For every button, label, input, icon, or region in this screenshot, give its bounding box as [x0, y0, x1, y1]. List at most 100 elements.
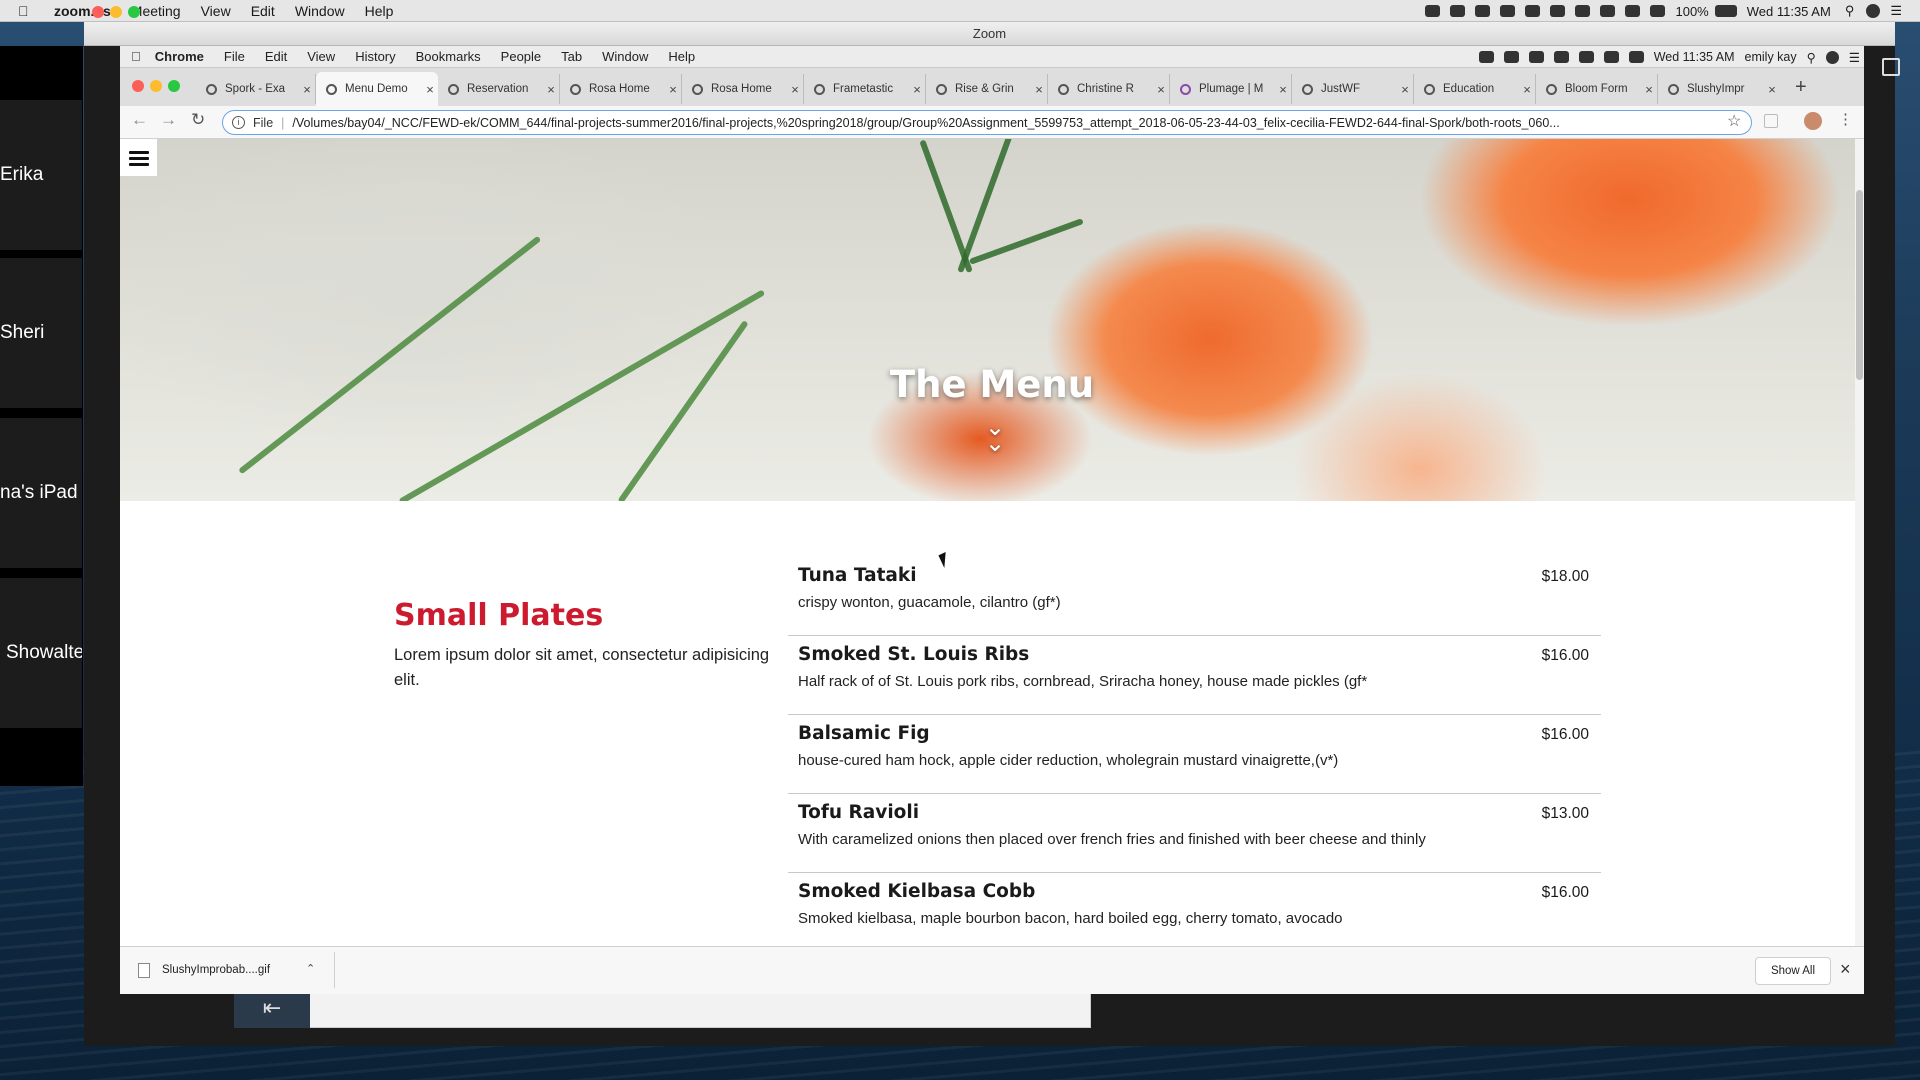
tab-rosa-home[interactable]: Rosa Home ×: [560, 74, 682, 104]
menubar-clock[interactable]: Wed 11:35 AM: [1747, 4, 1831, 19]
tab-bloom-form[interactable]: Bloom Form ×: [1536, 74, 1658, 104]
participant-tile[interactable]: na's iPad: [0, 418, 82, 568]
chevron-up-icon[interactable]: ⌃: [306, 962, 315, 975]
chrome-menu-kebab-icon[interactable]: ⋮: [1838, 110, 1853, 128]
reload-button[interactable]: ↻: [191, 110, 205, 130]
show-all-button[interactable]: Show All: [1755, 957, 1831, 985]
creative-cloud-icon[interactable]: [1475, 5, 1491, 17]
tab-close-icon[interactable]: ×: [299, 82, 315, 97]
chrome-menu-help[interactable]: Help: [668, 49, 695, 64]
tab-close-icon[interactable]: ×: [1519, 82, 1535, 97]
tab-slushyimpr[interactable]: SlushyImpr ×: [1658, 74, 1780, 104]
info-icon[interactable]: i: [232, 116, 245, 129]
hamburger-menu-icon[interactable]: [120, 139, 157, 176]
wifi-icon[interactable]: [1600, 5, 1616, 17]
bookmark-star-icon[interactable]: ☆: [1727, 111, 1741, 131]
volume-icon[interactable]: [1650, 5, 1666, 17]
chrome-menu-view[interactable]: View: [307, 49, 335, 64]
bluetooth-icon[interactable]: [1575, 5, 1591, 17]
extension-icon[interactable]: [1764, 114, 1778, 128]
address-bar[interactable]: i File | /Volumes/bay04/_NCC/FEWD-ek/COM…: [222, 110, 1752, 135]
menubar-item-edit[interactable]: Edit: [251, 3, 275, 19]
zoom-window-title: Zoom: [84, 22, 1895, 46]
spotlight-icon[interactable]: ⚲: [1845, 3, 1855, 19]
scrollbar-thumb[interactable]: [1856, 190, 1863, 380]
battery-icon[interactable]: [1714, 5, 1737, 17]
tab-close-icon[interactable]: ×: [1275, 82, 1291, 97]
globe-icon: [1058, 83, 1069, 95]
menubar-item-view[interactable]: View: [201, 3, 231, 19]
search-icon[interactable]: ⚲: [1807, 50, 1816, 65]
new-tab-button[interactable]: +: [1795, 76, 1807, 99]
tab-rise-grind[interactable]: Rise & Grin ×: [926, 74, 1048, 104]
airplay-icon[interactable]: [1525, 5, 1541, 17]
tab-education[interactable]: Education ×: [1414, 74, 1536, 104]
tab-justwf[interactable]: JustWF ×: [1292, 74, 1414, 104]
chrome-minimize-button[interactable]: [150, 80, 162, 92]
participant-tile[interactable]: Erika: [0, 100, 82, 250]
airplay-icon[interactable]: [1578, 51, 1594, 63]
forward-button[interactable]: →: [160, 110, 177, 130]
tab-close-icon[interactable]: ×: [1641, 82, 1657, 97]
input-source-icon[interactable]: [1625, 5, 1641, 17]
time-machine-icon[interactable]: [1603, 51, 1619, 63]
chrome-menubar-user[interactable]: emily kay: [1745, 50, 1797, 64]
menubar-item-help[interactable]: Help: [365, 3, 394, 19]
collapse-panel-button[interactable]: ⇤: [234, 990, 310, 1028]
close-icon[interactable]: ×: [1840, 959, 1851, 980]
notification-center-icon[interactable]: ☰: [1890, 3, 1902, 19]
chat-status-icon[interactable]: [1450, 5, 1466, 17]
siri-icon[interactable]: [1866, 4, 1881, 18]
fullscreen-icon[interactable]: [1882, 58, 1900, 76]
dropbox-icon[interactable]: [1478, 51, 1494, 63]
chrome-menu-history[interactable]: History: [355, 49, 395, 64]
chrome-menu-app[interactable]: Chrome: [155, 49, 204, 64]
tab-close-icon[interactable]: ×: [665, 82, 681, 97]
participant-tile[interactable]: Sheri: [0, 258, 82, 408]
zoom-close-button[interactable]: [92, 6, 104, 18]
tab-close-icon[interactable]: ×: [543, 82, 559, 97]
chrome-zoom-button[interactable]: [168, 80, 180, 92]
chevron-down-icon[interactable]: ⌄ ⌄: [980, 416, 1010, 456]
chrome-menu-people[interactable]: People: [501, 49, 541, 64]
chrome-close-button[interactable]: [132, 80, 144, 92]
chrome-menu-edit[interactable]: Edit: [265, 49, 287, 64]
menubar-item-window[interactable]: Window: [295, 3, 345, 19]
zoom-minimize-button[interactable]: [110, 6, 122, 18]
chrome-apple-icon[interactable]: : [131, 49, 141, 64]
tab-close-icon[interactable]: ×: [1397, 82, 1413, 97]
tab-menu-demo[interactable]: Menu Demo ×: [316, 72, 438, 106]
grid-icon[interactable]: [1528, 51, 1544, 63]
tab-close-icon[interactable]: ×: [422, 82, 438, 97]
chrome-menu-tab[interactable]: Tab: [561, 49, 582, 64]
tab-close-icon[interactable]: ×: [1764, 82, 1780, 97]
tab-plumage[interactable]: Plumage | M ×: [1170, 74, 1292, 104]
chrome-menu-file[interactable]: File: [224, 49, 245, 64]
back-button[interactable]: ←: [131, 110, 148, 130]
drive-icon[interactable]: [1553, 51, 1569, 63]
time-machine-icon[interactable]: [1550, 5, 1566, 17]
tab-reservation[interactable]: Reservation ×: [438, 74, 560, 104]
tab-close-icon[interactable]: ×: [787, 82, 803, 97]
participant-tile[interactable]: Showalte: [0, 578, 82, 728]
zoom-zoom-button[interactable]: [128, 6, 140, 18]
tab-close-icon[interactable]: ×: [1031, 82, 1047, 97]
chrome-menu-bookmarks[interactable]: Bookmarks: [416, 49, 481, 64]
drive-icon[interactable]: [1500, 5, 1516, 17]
apple-menu-icon[interactable]: : [18, 3, 40, 19]
creative-cloud-icon[interactable]: [1503, 51, 1519, 63]
chrome-menubar-clock[interactable]: Wed 11:35 AM: [1654, 50, 1735, 64]
tab-close-icon[interactable]: ×: [1153, 82, 1169, 97]
download-item[interactable]: SlushyImprobab....gif: [138, 958, 270, 982]
zoom-status-icon[interactable]: [1425, 5, 1441, 17]
chrome-menu-window[interactable]: Window: [602, 49, 648, 64]
list-icon[interactable]: ☰: [1849, 50, 1860, 65]
tab-christine[interactable]: Christine R ×: [1048, 74, 1170, 104]
wifi-icon[interactable]: [1628, 51, 1644, 63]
tab-close-icon[interactable]: ×: [909, 82, 925, 97]
tab-rosa-home-2[interactable]: Rosa Home ×: [682, 74, 804, 104]
profile-avatar[interactable]: [1804, 112, 1822, 130]
tab-spork[interactable]: Spork - Exa ×: [196, 74, 316, 104]
siri-icon[interactable]: [1825, 50, 1839, 64]
tab-frametastic[interactable]: Frametastic ×: [804, 74, 926, 104]
